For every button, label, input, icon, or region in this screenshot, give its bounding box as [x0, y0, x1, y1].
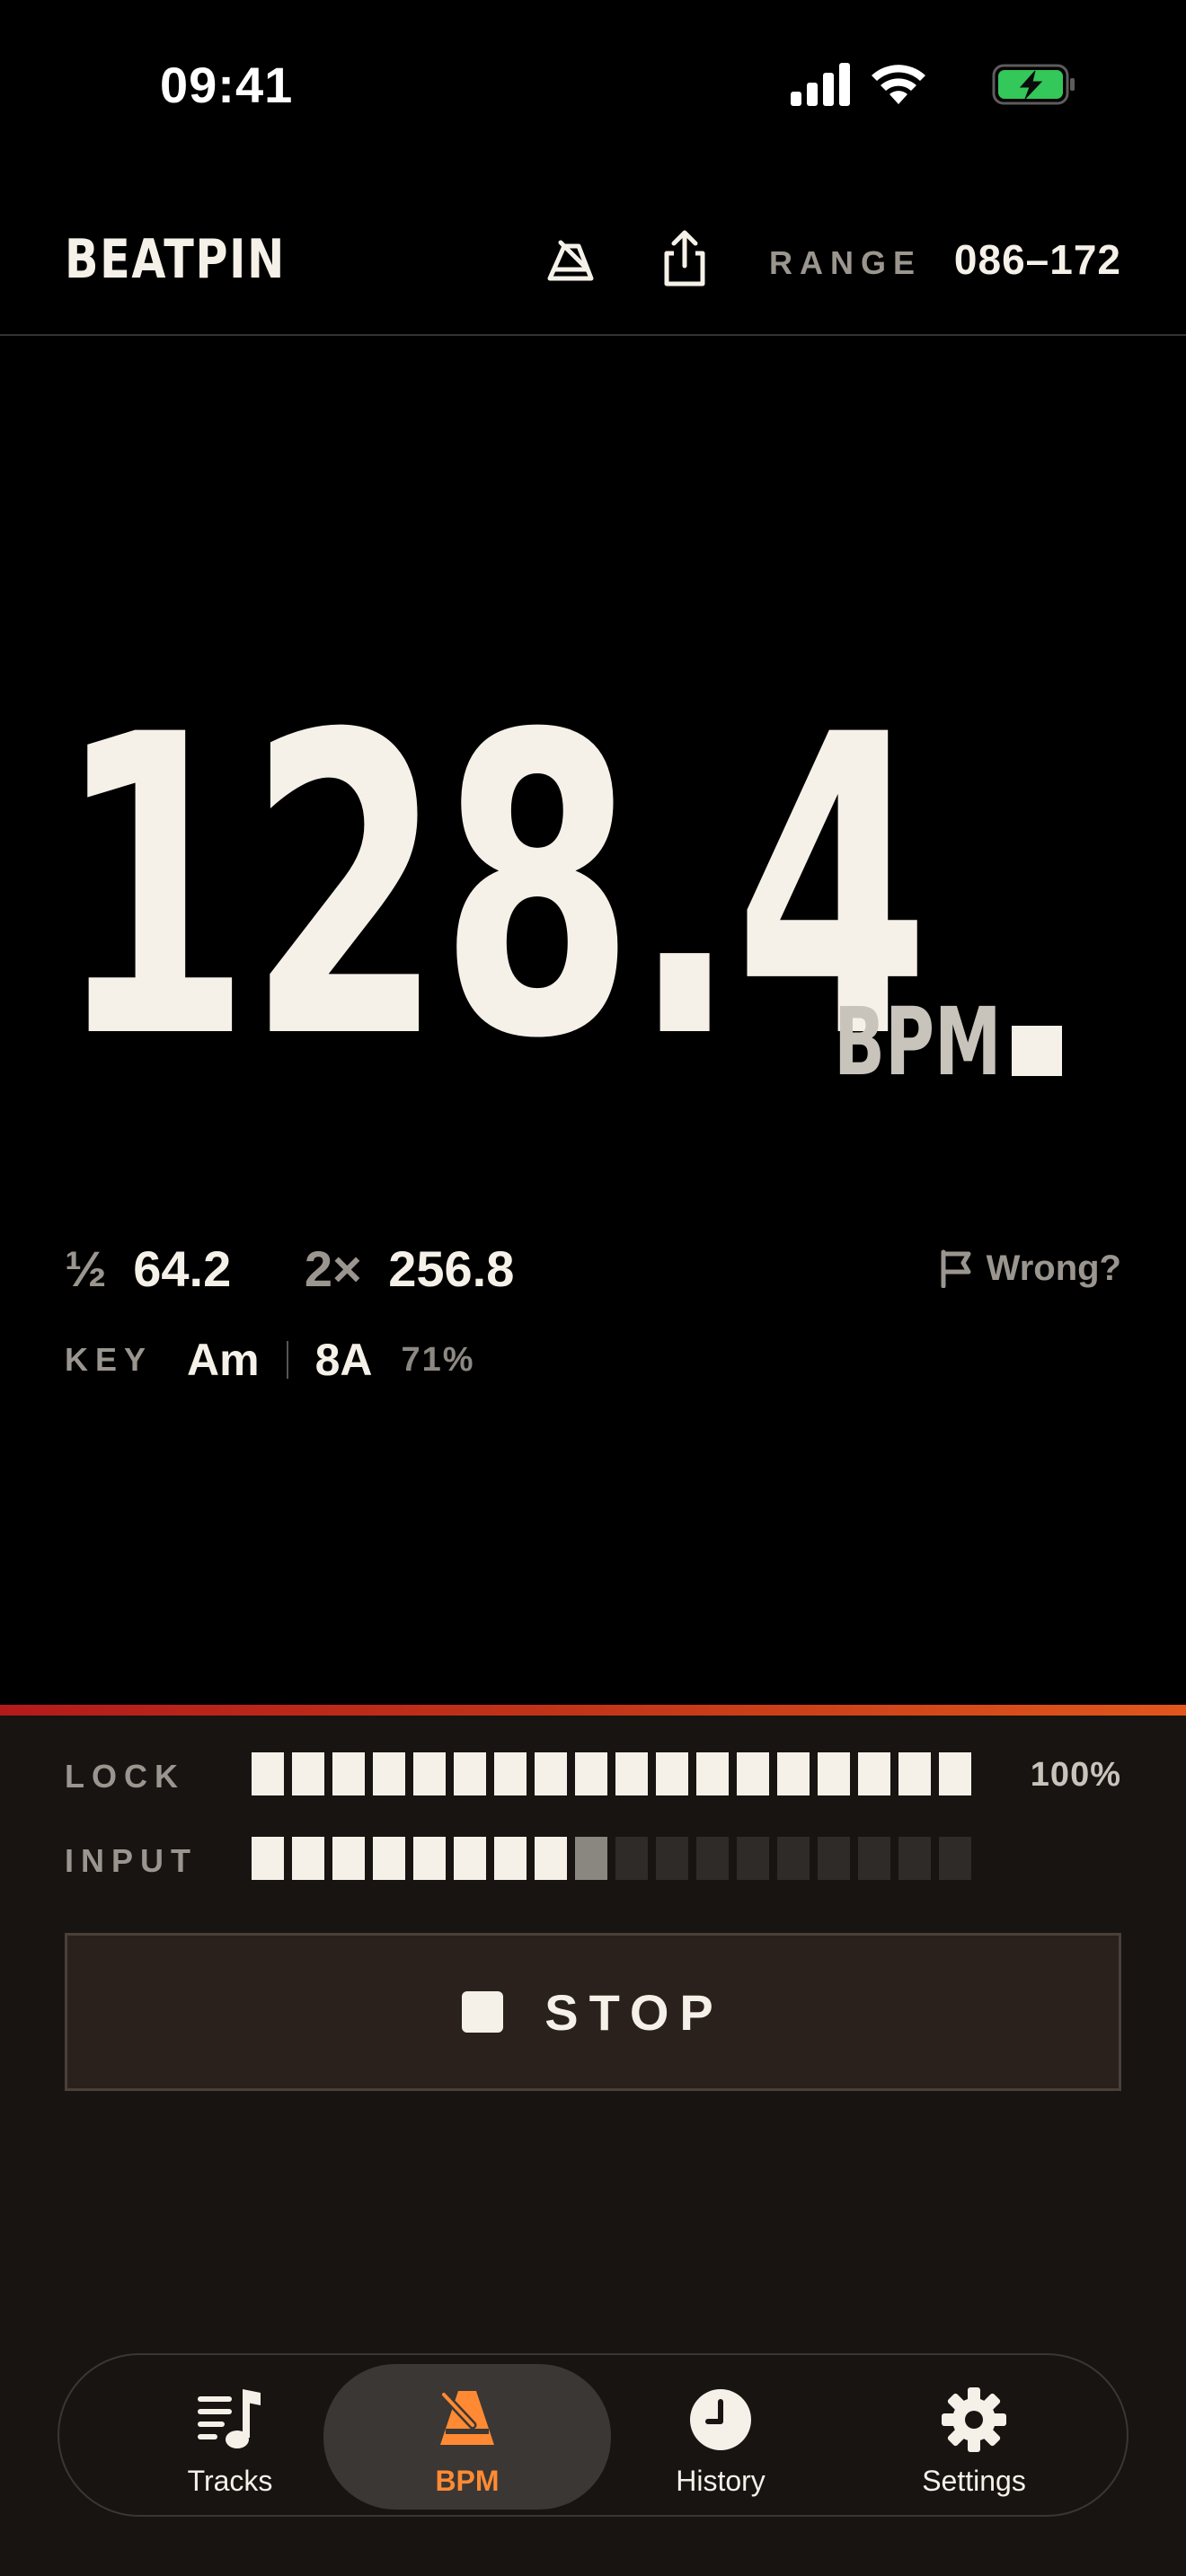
app-logo: BEATPIN — [65, 228, 286, 291]
range-label: RANGE — [769, 244, 923, 281]
meter-segment — [494, 1837, 527, 1880]
meter-segment — [413, 1837, 446, 1880]
meter-segment — [898, 1752, 931, 1795]
meter-segment — [535, 1837, 567, 1880]
meter-segment — [656, 1752, 688, 1795]
meter-segment — [292, 1837, 324, 1880]
meter-segment — [413, 1752, 446, 1795]
app-header: BEATPIN RANGE 086–172 — [0, 207, 1186, 334]
meter-segment — [575, 1837, 607, 1880]
status-bar: 09:41 — [0, 0, 1186, 171]
bpm-unit-label: BPM — [834, 987, 1002, 1097]
key-separator — [286, 1341, 288, 1379]
input-meter-label: INPUT — [65, 1842, 198, 1879]
meter-segment — [332, 1837, 365, 1880]
clock-icon — [690, 2389, 751, 2450]
meter-segment — [454, 1752, 486, 1795]
meter-segment — [818, 1837, 850, 1880]
music-list-icon — [198, 2389, 261, 2448]
stop-button[interactable]: STOP — [65, 1933, 1121, 2091]
meter-segment — [777, 1837, 810, 1880]
stop-button-label: STOP — [544, 1983, 724, 2041]
wifi-icon — [872, 65, 925, 104]
tab-bar: Tracks BPM History Settings — [58, 2353, 1128, 2517]
half-tempo-glyph: ½ — [65, 1240, 107, 1297]
meter-segment — [858, 1752, 890, 1795]
meter-segment — [939, 1837, 971, 1880]
meter-segment — [252, 1837, 284, 1880]
meter-segment — [494, 1752, 527, 1795]
double-tempo-glyph: 2× — [304, 1240, 362, 1297]
header-divider — [0, 334, 1186, 336]
meter-segment — [615, 1837, 648, 1880]
stop-icon — [462, 1991, 504, 2033]
tab-bpm[interactable]: BPM — [323, 2364, 611, 2510]
flag-icon — [941, 1249, 971, 1288]
meter-segment — [454, 1837, 486, 1880]
cellular-signal-icon — [791, 63, 850, 106]
meter-segment — [575, 1752, 607, 1795]
input-meter-bars — [252, 1837, 979, 1880]
half-tempo-value[interactable]: 64.2 — [133, 1240, 231, 1297]
gear-icon — [942, 2387, 1006, 2452]
meter-segment — [818, 1752, 850, 1795]
meter-segment — [615, 1752, 648, 1795]
meter-segment — [737, 1837, 769, 1880]
double-tempo-value[interactable]: 256.8 — [388, 1240, 514, 1297]
key-confidence: 71% — [401, 1340, 475, 1379]
camelot-value: 8A — [314, 1335, 373, 1385]
lock-meter-bars — [252, 1752, 979, 1795]
tab-settings[interactable]: Settings — [830, 2364, 1118, 2510]
key-value: Am — [187, 1335, 260, 1385]
tab-history-label: History — [676, 2465, 766, 2497]
tab-history[interactable]: History — [577, 2364, 864, 2510]
battery-charging-icon — [992, 64, 1075, 105]
bpm-readout: 128.4 — [56, 648, 930, 1129]
meter-segment — [777, 1752, 810, 1795]
tap-tempo-icon[interactable] — [539, 226, 604, 291]
meter-segment — [898, 1837, 931, 1880]
key-label: KEY — [65, 1341, 154, 1378]
lock-meter-percent: 100% — [1030, 1756, 1121, 1794]
report-wrong-label: Wrong? — [986, 1248, 1121, 1288]
meter-segment — [939, 1752, 971, 1795]
meter-segment — [737, 1752, 769, 1795]
meter-segment — [696, 1752, 729, 1795]
metronome-icon — [439, 2390, 494, 2445]
lock-meter-label: LOCK — [65, 1758, 185, 1795]
meter-segment — [535, 1752, 567, 1795]
meter-segment — [696, 1837, 729, 1880]
meter-segment — [373, 1752, 405, 1795]
range-value[interactable]: 086–172 — [954, 235, 1121, 284]
accent-line — [0, 1705, 1186, 1716]
input-meter: INPUT — [65, 1837, 1121, 1882]
meter-segment — [292, 1752, 324, 1795]
beat-indicator — [1012, 1026, 1062, 1076]
meter-segment — [332, 1752, 365, 1795]
meter-segment — [373, 1837, 405, 1880]
tab-bpm-label: BPM — [435, 2465, 500, 2497]
status-time: 09:41 — [160, 57, 294, 113]
report-wrong-button[interactable]: Wrong? — [938, 1243, 1121, 1293]
meter-segment — [858, 1837, 890, 1880]
key-row: KEY Am 8A 71% — [65, 1333, 475, 1387]
lock-meter: LOCK 100% — [65, 1752, 1121, 1797]
meter-segment — [252, 1752, 284, 1795]
tab-settings-label: Settings — [922, 2465, 1026, 2497]
share-icon[interactable] — [652, 226, 717, 291]
tempo-variants: ½ 64.2 2× 256.8 — [65, 1239, 514, 1297]
meter-segment — [656, 1837, 688, 1880]
